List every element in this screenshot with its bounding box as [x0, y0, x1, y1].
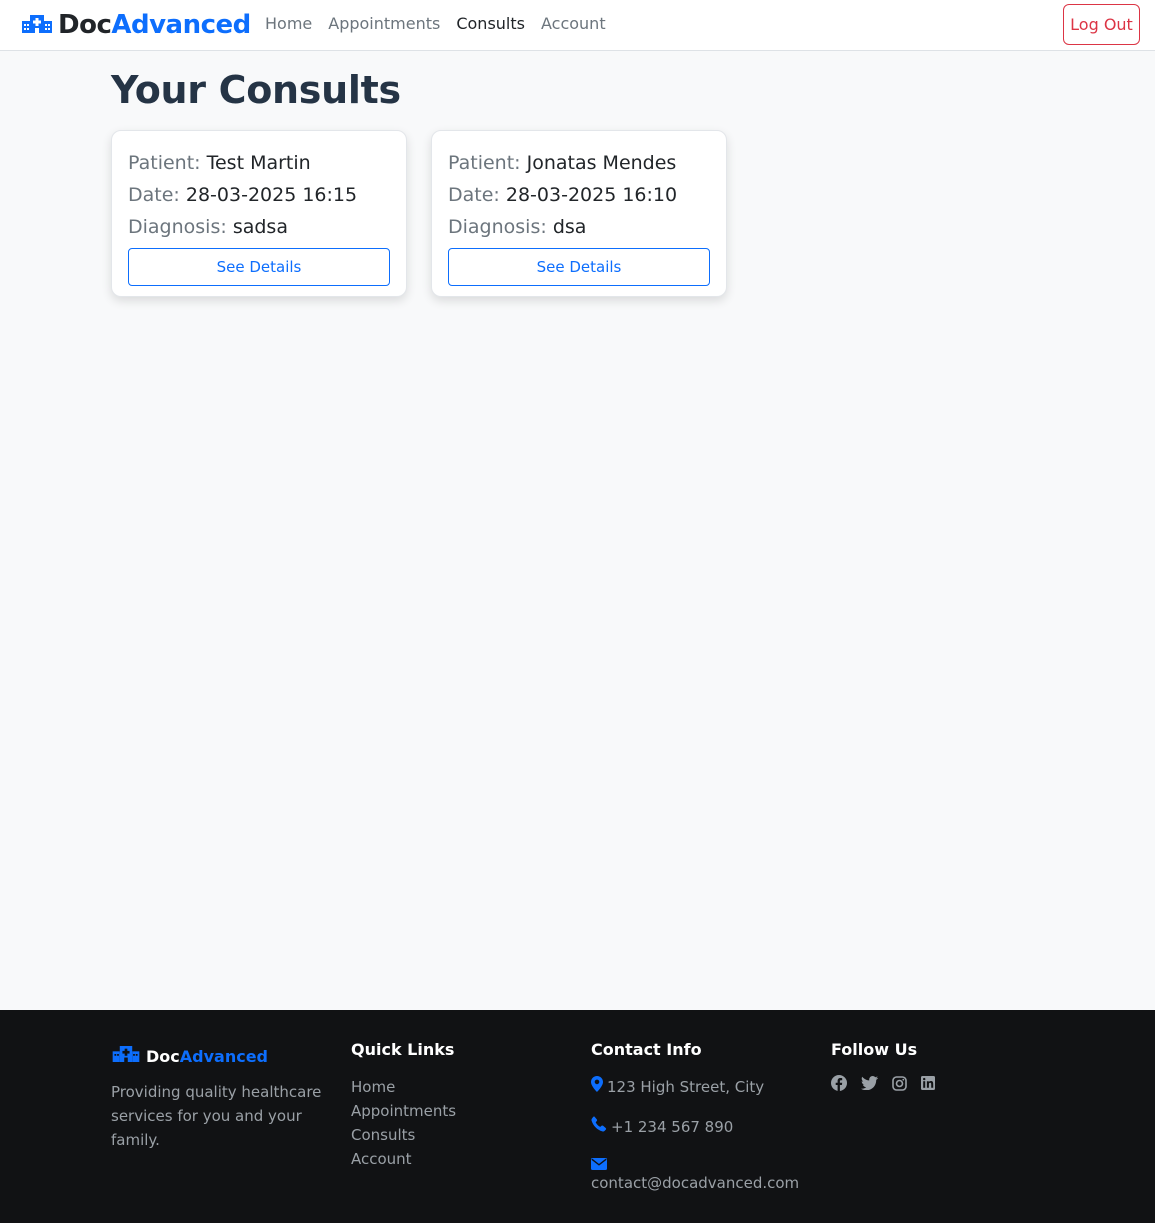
see-details-button[interactable]: See Details [448, 248, 710, 286]
consult-card: Patient: Test Martin Date: 28-03-2025 16… [111, 130, 407, 297]
patient-label: Patient: [448, 152, 521, 174]
date-row: Date: 28-03-2025 16:15 [128, 179, 390, 211]
facebook-icon[interactable] [831, 1075, 847, 1091]
patient-row: Patient: Jonatas Mendes [448, 147, 710, 179]
footer-link-appointments[interactable]: Appointments [351, 1099, 456, 1123]
nav-link-home[interactable]: Home [265, 14, 312, 33]
nav-link-appointments[interactable]: Appointments [328, 14, 440, 33]
hospital-icon [22, 10, 52, 40]
diagnosis-row: Diagnosis: dsa [448, 211, 710, 243]
twitter-icon[interactable] [861, 1076, 878, 1090]
footer-link-account[interactable]: Account [351, 1147, 456, 1171]
consult-date: 28-03-2025 16:10 [505, 184, 678, 206]
patient-row: Patient: Test Martin [128, 147, 390, 179]
footer-description: Providing quality healthcare services fo… [111, 1083, 322, 1149]
logout-button[interactable]: Log Out [1063, 4, 1140, 45]
patient-name: Jonatas Mendes [526, 152, 677, 174]
footer-quick-links: Quick Links Home Appointments Consults A… [351, 1040, 456, 1171]
navbar: DocAdvanced Home Appointments Consults A… [0, 0, 1155, 51]
contact-info-heading: Contact Info [591, 1040, 702, 1059]
instagram-icon[interactable] [892, 1075, 907, 1091]
map-marker-icon [591, 1075, 603, 1099]
nav-links: Home Appointments Consults Account [265, 14, 606, 33]
social-icons [831, 1075, 935, 1091]
hospital-icon [111, 1046, 141, 1066]
date-label: Date: [448, 184, 500, 206]
quick-links-list: Home Appointments Consults Account [351, 1075, 456, 1171]
diagnosis-value: dsa [552, 216, 587, 238]
quick-links-heading: Quick Links [351, 1040, 455, 1059]
follow-us-heading: Follow Us [831, 1040, 918, 1059]
envelope-icon [591, 1155, 799, 1171]
footer-brand-advanced: Advanced [179, 1046, 269, 1066]
nav-link-consults[interactable]: Consults [456, 14, 525, 33]
address-line: 123 High Street, City [591, 1075, 799, 1099]
diagnosis-value: sadsa [232, 216, 288, 238]
footer-link-home[interactable]: Home [351, 1075, 456, 1099]
footer-brand-column: DocAdvanced Providing quality healthcare… [111, 1040, 326, 1152]
address-text: 123 High Street, City [607, 1078, 765, 1096]
brand-text-doc: Doc [58, 10, 112, 40]
footer-contact-info: Contact Info 123 High Street, City +1 23… [591, 1040, 799, 1195]
linkedin-icon[interactable] [921, 1076, 935, 1090]
date-label: Date: [128, 184, 180, 206]
footer-brand-doc: Doc [146, 1046, 180, 1066]
consult-date: 28-03-2025 16:15 [185, 184, 358, 206]
consult-card: Patient: Jonatas Mendes Date: 28-03-2025… [431, 130, 727, 297]
diagnosis-row: Diagnosis: sadsa [128, 211, 390, 243]
diagnosis-label: Diagnosis: [128, 216, 227, 238]
phone-icon [591, 1115, 607, 1139]
footer-link-consults[interactable]: Consults [351, 1123, 456, 1147]
phone-line: +1 234 567 890 [591, 1115, 799, 1139]
date-row: Date: 28-03-2025 16:10 [448, 179, 710, 211]
email-line: contact@docadvanced.com [591, 1155, 799, 1195]
brand-text-advanced: Advanced [111, 10, 251, 40]
nav-link-account[interactable]: Account [541, 14, 606, 33]
brand-logo[interactable]: DocAdvanced [22, 8, 251, 42]
footer: DocAdvanced Providing quality healthcare… [0, 1010, 1155, 1223]
patient-label: Patient: [128, 152, 201, 174]
patient-name: Test Martin [206, 152, 311, 174]
see-details-button[interactable]: See Details [128, 248, 390, 286]
footer-brand[interactable]: DocAdvanced [111, 1046, 326, 1066]
page-title: Your Consults [111, 68, 401, 112]
footer-follow-us: Follow Us [831, 1040, 935, 1091]
phone-text: +1 234 567 890 [611, 1118, 734, 1136]
diagnosis-label: Diagnosis: [448, 216, 547, 238]
email-text[interactable]: contact@docadvanced.com [591, 1171, 799, 1195]
